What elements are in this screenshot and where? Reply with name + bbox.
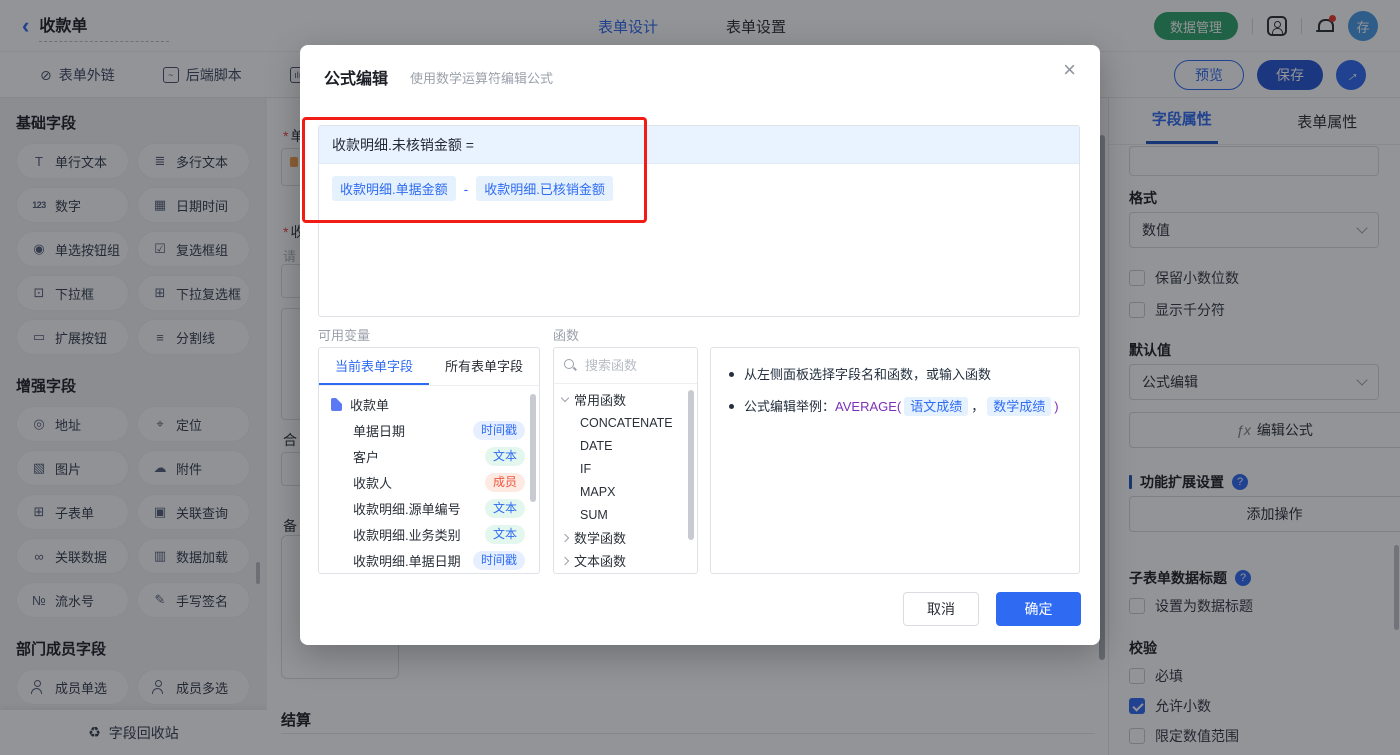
function-search[interactable] xyxy=(554,348,697,384)
function-group-text[interactable]: 文本函数 xyxy=(554,549,697,572)
confirm-button[interactable]: 确定 xyxy=(996,592,1081,626)
variable-row[interactable]: 单据日期 时间戳 xyxy=(319,417,539,443)
variable-row[interactable]: 收款明细.源单编号 文本 xyxy=(319,495,539,521)
formula-field-token[interactable]: 收款明细.已核销金额 xyxy=(476,176,613,201)
bullet-icon xyxy=(729,404,734,409)
variable-tree-root[interactable]: 收款单 xyxy=(319,391,539,417)
variable-row[interactable]: 收款明细.业务类别 文本 xyxy=(319,521,539,547)
functions-panel: 常用函数 CONCATENATE DATE IF MAPX SUM 数学函数 文… xyxy=(553,347,698,574)
function-item[interactable]: MAPX xyxy=(554,480,697,503)
example-separator: ， xyxy=(971,399,985,414)
tip-line: 从左侧面板选择字段名和函数，或输入函数 xyxy=(729,364,1061,386)
example-function-open: AVERAGE( xyxy=(835,399,902,414)
type-badge: 文本 xyxy=(484,446,525,466)
close-icon[interactable]: × xyxy=(1063,59,1076,81)
example-field-chip: 语文成绩 xyxy=(904,397,969,416)
function-item[interactable]: IF xyxy=(554,457,697,480)
type-badge: 文本 xyxy=(484,498,525,518)
tip-example-line: 公式编辑举例：AVERAGE(语文成绩，数学成绩) xyxy=(729,396,1061,418)
function-search-input[interactable] xyxy=(585,358,687,373)
variables-scrollbar[interactable] xyxy=(530,394,536,502)
functions-label: 函数 xyxy=(553,328,580,343)
formula-operator[interactable]: - xyxy=(464,181,469,197)
variables-label: 可用变量 xyxy=(318,328,371,343)
type-badge: 成员 xyxy=(484,472,525,492)
formula-field-token[interactable]: 收款明细.单据金额 xyxy=(332,176,456,201)
variable-row[interactable]: 客户 文本 xyxy=(319,443,539,469)
example-field-chip: 数学成绩 xyxy=(987,397,1052,416)
formula-editor-modal: 公式编辑 使用数学运算符编辑公式 × 收款明细.未核销金额 = 收款明细.单据金… xyxy=(300,45,1100,645)
variable-row[interactable]: 收款明细.单据日期 时间戳 xyxy=(319,547,539,573)
document-icon xyxy=(331,397,342,411)
type-badge: 文本 xyxy=(484,524,525,544)
tip-example-prefix: 公式编辑举例： xyxy=(744,399,836,414)
variables-panel: 当前表单字段 所有表单字段 收款单 单据日期 时间戳 客户 文本 收款人 成员 收款明… xyxy=(318,347,540,574)
example-function-close: ) xyxy=(1054,399,1059,414)
functions-scrollbar[interactable] xyxy=(688,390,694,540)
function-item[interactable]: CONCATENATE xyxy=(554,411,697,434)
formula-editor-area[interactable]: 收款明细.未核销金额 = 收款明细.单据金额 - 收款明细.已核销金额 xyxy=(318,125,1080,317)
form-designer-app: ‹ 收款单 表单设计 表单设置 数据管理 存 ⊘ 表单外链 ~ 后端脚本 ılı… xyxy=(0,0,1400,755)
search-icon xyxy=(564,359,577,372)
modal-subtitle: 使用数学运算符编辑公式 xyxy=(410,71,554,86)
type-badge: 时间戳 xyxy=(472,420,525,440)
chevron-right-icon xyxy=(560,556,570,565)
type-badge: 时间戳 xyxy=(472,550,525,570)
function-item[interactable]: DATE xyxy=(554,434,697,457)
tips-panel: 从左侧面板选择字段名和函数，或输入函数 公式编辑举例：AVERAGE(语文成绩，… xyxy=(710,347,1080,574)
function-group-math[interactable]: 数学函数 xyxy=(554,526,697,549)
function-group-common[interactable]: 常用函数 xyxy=(554,388,697,411)
formula-expression[interactable]: 收款明细.单据金额 - 收款明细.已核销金额 xyxy=(319,164,1079,213)
variable-row[interactable]: 收款人 成员 xyxy=(319,469,539,495)
tab-current-form-fields[interactable]: 当前表单字段 xyxy=(319,348,429,385)
formula-target-row: 收款明细.未核销金额 = xyxy=(319,126,1079,164)
chevron-down-icon xyxy=(560,393,570,403)
tab-all-form-fields[interactable]: 所有表单字段 xyxy=(429,348,539,385)
chevron-right-icon xyxy=(560,533,570,542)
modal-title: 公式编辑 xyxy=(324,71,389,88)
function-item[interactable]: SUM xyxy=(554,503,697,526)
cancel-button[interactable]: 取消 xyxy=(903,592,979,626)
bullet-icon xyxy=(729,372,734,377)
